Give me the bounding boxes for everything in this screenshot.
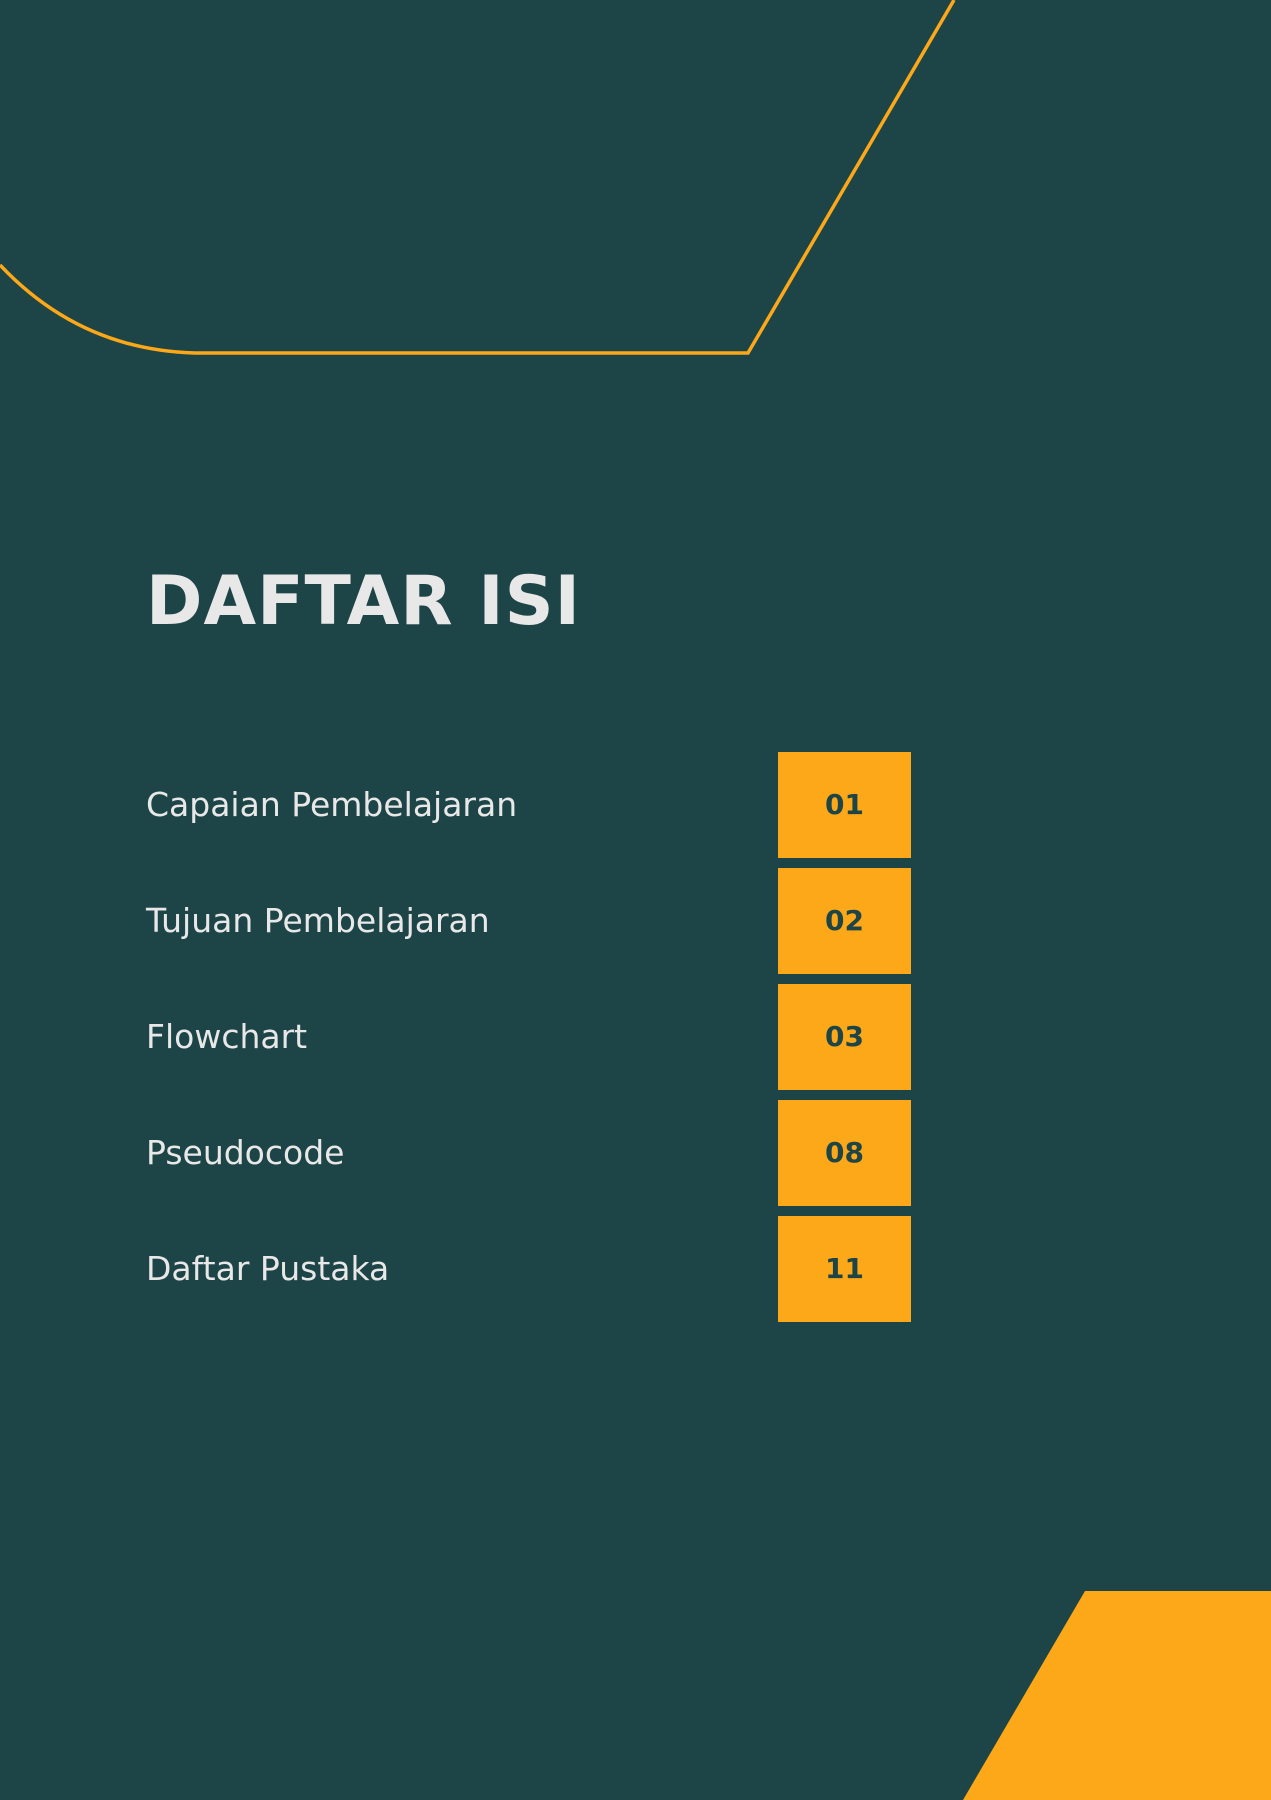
toc-item-pseudocode[interactable]: Pseudocode 08 (0, 1100, 1271, 1206)
page-number-badge: 08 (778, 1100, 911, 1206)
page-number: 02 (825, 904, 864, 937)
toc-item-label: Flowchart (146, 1017, 308, 1056)
toc-item-label: Daftar Pustaka (146, 1249, 390, 1288)
toc-item-label: Capaian Pembelajaran (146, 785, 518, 824)
toc-item-flowchart[interactable]: Flowchart 03 (0, 984, 1271, 1090)
toc-item-label: Pseudocode (146, 1133, 345, 1172)
page-number: 11 (825, 1252, 864, 1285)
toc-item-daftar-pustaka[interactable]: Daftar Pustaka 11 (0, 1216, 1271, 1322)
page-number-badge: 03 (778, 984, 911, 1090)
page-number-badge: 02 (778, 868, 911, 974)
page-number-badge: 11 (778, 1216, 911, 1322)
decorative-outline (0, 0, 956, 355)
toc-item-capaian-pembelajaran[interactable]: Capaian Pembelajaran 01 (0, 752, 1271, 858)
page-number: 01 (825, 788, 864, 821)
page-title: DAFTAR ISI (146, 562, 581, 641)
decorative-corner-shape (963, 1591, 1271, 1800)
page-number: 03 (825, 1020, 864, 1053)
page-number-badge: 01 (778, 752, 911, 858)
toc-item-label: Tujuan Pembelajaran (146, 901, 490, 940)
page-number: 08 (825, 1136, 864, 1169)
toc-item-tujuan-pembelajaran[interactable]: Tujuan Pembelajaran 02 (0, 868, 1271, 974)
table-of-contents-page: DAFTAR ISI Capaian Pembelajaran 01 Tujua… (0, 0, 1271, 1800)
